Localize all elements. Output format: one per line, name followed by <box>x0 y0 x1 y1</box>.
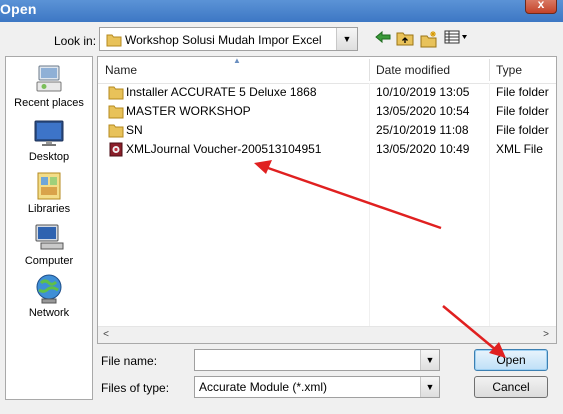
file-date: 25/10/2019 11:08 <box>376 123 469 137</box>
folder-icon <box>106 34 122 47</box>
xml-file-icon <box>109 142 123 157</box>
file-name-label: File name: <box>101 354 158 368</box>
place-label: Libraries <box>27 203 71 215</box>
libraries-icon <box>37 172 61 200</box>
scroll-left-icon[interactable]: < <box>98 328 114 342</box>
file-name: Installer ACCURATE 5 Deluxe 1868 <box>126 85 317 99</box>
title-bar: Open x <box>0 0 563 22</box>
file-name: SN <box>126 123 143 137</box>
chevron-down-icon[interactable]: ▼ <box>420 377 439 397</box>
computer-icon <box>35 224 64 250</box>
place-network[interactable]: Network <box>6 273 92 319</box>
place-desktop[interactable]: Desktop <box>6 117 92 163</box>
file-name: MASTER WORKSHOP <box>126 104 251 118</box>
chevron-down-icon[interactable]: ▼ <box>420 350 439 370</box>
places-bar: Recent places Desktop Libraries Computer <box>5 56 93 400</box>
open-button[interactable]: Open <box>474 349 548 371</box>
recent-places-icon <box>36 65 62 92</box>
list-item[interactable]: SN 25/10/2019 11:08 File folder <box>98 121 556 140</box>
place-label: Recent places <box>14 97 84 109</box>
file-type: File folder <box>496 85 549 99</box>
list-item[interactable]: Installer ACCURATE 5 Deluxe 1868 10/10/2… <box>98 83 556 102</box>
place-recent-places[interactable]: Recent places <box>6 63 92 109</box>
network-icon <box>36 274 62 304</box>
column-header: ▲ Name Date modified Type <box>98 57 556 84</box>
file-type: XML File <box>496 142 543 156</box>
file-type-label: Files of type: <box>101 381 170 395</box>
folder-icon <box>108 105 124 119</box>
column-type[interactable]: Type <box>489 57 556 83</box>
look-in-value: Workshop Solusi Mudah Impor Excel <box>125 33 322 47</box>
up-folder-icon[interactable] <box>395 30 415 50</box>
chevron-down-icon[interactable]: ▼ <box>336 28 357 50</box>
file-name-input[interactable]: ▼ <box>194 349 440 371</box>
folder-icon <box>108 86 124 100</box>
file-date: 10/10/2019 13:05 <box>376 85 470 99</box>
file-name: XMLJournal Voucher-200513104951 <box>126 142 322 156</box>
list-item[interactable]: XMLJournal Voucher-200513104951 13/05/20… <box>98 140 556 159</box>
horizontal-scrollbar[interactable]: < > <box>98 326 556 343</box>
file-list[interactable]: ▲ Name Date modified Type Installer ACCU… <box>97 56 557 344</box>
file-type-value: Accurate Module (*.xml) <box>199 380 328 394</box>
window-title: Open <box>0 1 37 17</box>
file-date: 13/05/2020 10:54 <box>376 104 470 118</box>
place-label: Desktop <box>28 151 70 163</box>
new-folder-icon[interactable] <box>419 30 439 50</box>
desktop-icon <box>34 120 64 146</box>
column-name[interactable]: Name <box>98 57 369 83</box>
view-menu-icon[interactable] <box>443 30 469 50</box>
file-type-select[interactable]: Accurate Module (*.xml) ▼ <box>194 376 440 398</box>
look-in-dropdown[interactable]: Workshop Solusi Mudah Impor Excel ▼ <box>99 27 358 51</box>
place-computer[interactable]: Computer <box>6 221 92 267</box>
file-date: 13/05/2020 10:49 <box>376 142 470 156</box>
place-label: Computer <box>24 255 74 267</box>
cancel-button[interactable]: Cancel <box>474 376 548 398</box>
list-item[interactable]: MASTER WORKSHOP 13/05/2020 10:54 File fo… <box>98 102 556 121</box>
file-type: File folder <box>496 104 549 118</box>
back-arrow-icon[interactable] <box>373 30 393 50</box>
scroll-right-icon[interactable]: > <box>538 328 554 342</box>
column-date-modified[interactable]: Date modified <box>369 57 486 83</box>
close-button[interactable]: x <box>525 0 557 14</box>
folder-icon <box>108 124 124 138</box>
look-in-label: Look in: <box>54 34 97 48</box>
place-label: Network <box>28 307 70 319</box>
file-type: File folder <box>496 123 549 137</box>
place-libraries[interactable]: Libraries <box>6 169 92 215</box>
